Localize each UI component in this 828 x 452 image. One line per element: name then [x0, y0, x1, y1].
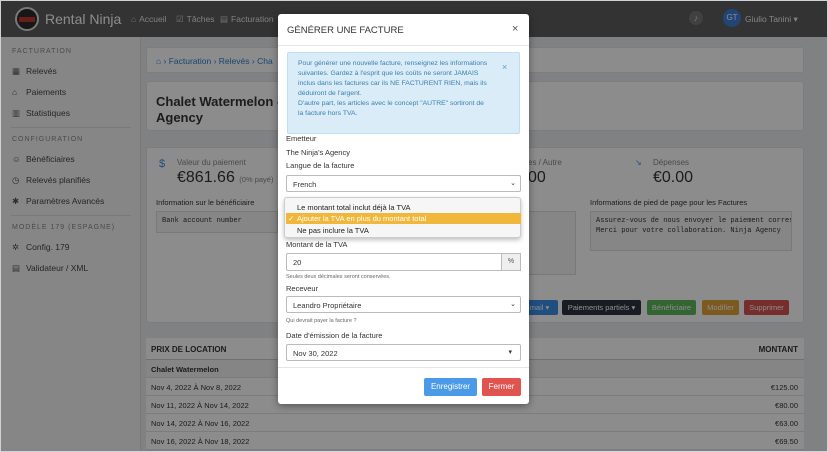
issuer-value: The Ninja's Agency [286, 148, 350, 157]
issue-date-picker[interactable]: Nov 30, 2022 ▾ [286, 344, 521, 361]
dropdown-option[interactable]: Le montant total inclut déjà la TVA [286, 202, 521, 213]
issue-date-label: Date d'émission de la facture [286, 331, 383, 340]
chevron-down-icon: ⌄ [510, 180, 516, 187]
close-icon[interactable]: × [512, 23, 518, 35]
app-frame: Rental Ninja ⌂ Accueil ☑ Tâches ▤ Facturati… [0, 0, 828, 452]
divider [278, 45, 529, 46]
modal-title: GÉNÉRER UNE FACTURE [287, 25, 404, 36]
caret-down-icon: ▾ [508, 349, 512, 356]
info-alert: Pour générer une nouvelle facture, rense… [287, 52, 520, 134]
vat-amount-label: Montant de la TVA [286, 240, 348, 249]
check-icon: ✓ [288, 214, 295, 223]
receiver-label: Receveur [286, 284, 319, 293]
vat-amount-input[interactable]: 20 [286, 253, 502, 271]
language-select[interactable]: French ⌄ [286, 175, 521, 192]
issuer-label: Emetteur [286, 134, 317, 143]
receiver-select[interactable]: Leandro Propriétaire ⌄ [286, 296, 521, 313]
language-label: Langue de la facture [286, 161, 355, 170]
vat-mode-dropdown: Le montant total inclut déjà la TVA ✓ Ajo… [284, 197, 521, 238]
receiver-help-text: Qui devrait payer la facture ? [286, 318, 357, 324]
save-button[interactable]: Enregistrer [424, 378, 477, 396]
chevron-down-icon: ⌄ [510, 301, 516, 308]
percent-addon: % [502, 253, 521, 271]
vat-help-text: Seules deux décimales seront conservées. [286, 274, 391, 280]
alert-close-icon[interactable]: × [502, 62, 507, 72]
divider [278, 367, 529, 368]
close-button[interactable]: Fermer [482, 378, 521, 396]
dropdown-option[interactable]: Ne pas inclure la TVA [286, 225, 521, 236]
dropdown-option-selected[interactable]: ✓ Ajouter la TVA en plus du montant total [286, 213, 521, 224]
